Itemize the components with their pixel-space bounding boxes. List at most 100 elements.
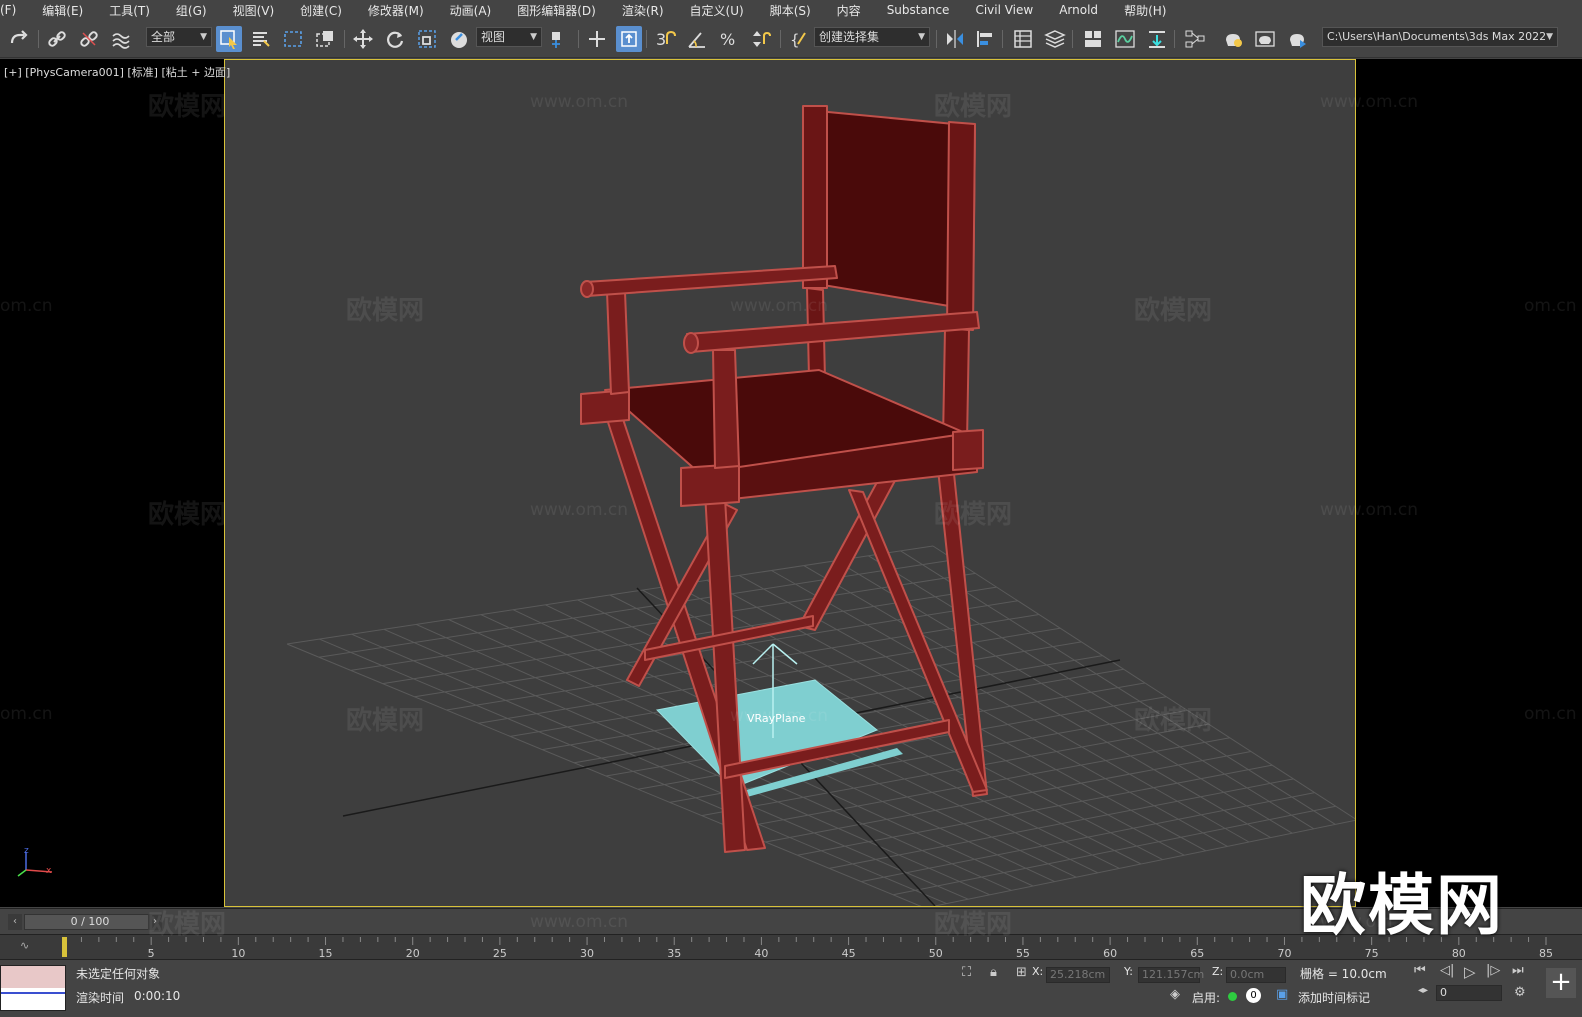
rendered-frame-window-icon[interactable] [1252, 26, 1278, 52]
svg-text:3: 3 [656, 30, 666, 49]
dope-sheet-icon[interactable] [1144, 26, 1170, 52]
grid-size-text: 栅格 = 10.0cm [1300, 967, 1387, 981]
scale-icon[interactable] [414, 26, 440, 52]
track-tick-label: 65 [1190, 947, 1204, 960]
y-coord-field[interactable]: 121.157cm [1138, 967, 1204, 983]
rect-selection-region-icon[interactable] [280, 26, 306, 52]
menu-item-14[interactable]: Civil View [975, 3, 1033, 17]
render-time-value: 0:00:10 [134, 989, 181, 1003]
time-marker[interactable] [62, 937, 67, 957]
select-manipulate-icon[interactable] [584, 26, 610, 52]
watermark-18: 欧模网 [148, 910, 227, 940]
watermark-19: www.om.cn [530, 912, 629, 932]
menu-item-7[interactable]: 动画(A) [450, 2, 492, 19]
track-tick-label: 40 [754, 947, 768, 960]
link-icon[interactable] [44, 26, 70, 52]
z-coord-label: Z: [1212, 965, 1224, 978]
viewport-scene [286, 105, 1355, 906]
render-production-icon[interactable] [1284, 26, 1310, 52]
x-coord-field[interactable]: 25.218cm [1046, 967, 1110, 983]
select-object-icon[interactable] [216, 26, 242, 52]
viewport-label[interactable]: [+] [PhysCamera001] [标准] [粘土 + 边面] [4, 64, 230, 80]
redo-icon[interactable] [6, 26, 32, 52]
bind-space-warp-icon[interactable] [108, 26, 134, 52]
window-crossing-icon[interactable] [312, 26, 338, 52]
selection-filter-dropdown[interactable]: 全部 ▼ [146, 27, 212, 47]
next-key-icon[interactable]: |▷ [1486, 963, 1500, 978]
perspective-viewport[interactable]: VRayPlane [224, 59, 1356, 907]
menu-item-11[interactable]: 脚本(S) [770, 2, 811, 19]
project-path-dropdown[interactable]: C:\Users\Han\Documents\3ds Max 2022 ▼ [1322, 27, 1558, 47]
menu-item-3[interactable]: 组(G) [176, 2, 207, 19]
layer-explorer-icon[interactable] [1042, 26, 1068, 52]
absolute-mode-icon[interactable]: ⊞ [1016, 965, 1027, 980]
keyboard-shortcut-override-icon[interactable] [616, 26, 642, 52]
move-icon[interactable] [350, 26, 376, 52]
key-mode-icon[interactable]: ◂▸ [1418, 985, 1428, 996]
schematic-view-icon[interactable] [1182, 26, 1208, 52]
ribbon-toggle-icon[interactable] [1080, 26, 1106, 52]
selection-lock-icon[interactable]: 🔒︎ [990, 965, 997, 980]
scene-explorer-icon[interactable] [1010, 26, 1036, 52]
menu-item-10[interactable]: 自定义(U) [690, 2, 744, 19]
percent-snap-icon[interactable]: % [716, 26, 742, 52]
menu-item-16[interactable]: 帮助(H) [1124, 2, 1166, 19]
align-icon[interactable] [972, 26, 998, 52]
named-selection-dropdown[interactable]: 创建选择集 ▼ [814, 27, 930, 47]
play-icon[interactable]: ▷ [1464, 963, 1476, 981]
time-tag-icon[interactable]: ▣ [1276, 987, 1288, 1002]
menu-item-0[interactable]: (F) [0, 3, 16, 17]
menu-item-6[interactable]: 修改器(M) [368, 2, 424, 19]
curve-editor-icon[interactable] [1112, 26, 1138, 52]
maxscript-listener-mini[interactable] [0, 965, 66, 1011]
reference-coordinate-dropdown[interactable]: 视图 ▼ [476, 27, 542, 47]
mirror-icon[interactable] [942, 26, 968, 52]
watermark-2: 欧模网 [934, 92, 1013, 122]
menu-item-13[interactable]: Substance [887, 3, 950, 17]
prev-key-icon[interactable]: ◁| [1440, 963, 1454, 978]
select-by-name-icon[interactable] [248, 26, 274, 52]
enable-count-badge[interactable]: 0 [1246, 988, 1261, 1003]
menu-item-4[interactable]: 视图(V) [233, 2, 275, 19]
enable-label: 启用: [1192, 991, 1221, 1005]
watermark-11: 欧模网 [934, 500, 1013, 530]
track-tick-label: 60 [1103, 947, 1117, 960]
add-time-tag-button[interactable]: 添加时间标记 [1298, 989, 1370, 1006]
adaptive-degradation-icon[interactable]: ◈ [1170, 987, 1180, 1002]
main-toolbar: 全部 ▼ 视图 ▼ 3 % { 创建选择集 ▼ C:\Users\Han\Docume… [0, 20, 1582, 58]
render-setup-icon[interactable] [1220, 26, 1246, 52]
watermark-14: 欧模网 [346, 706, 425, 736]
time-slider[interactable]: 0 / 100 [24, 914, 156, 930]
current-frame-field[interactable]: 0 [1436, 985, 1502, 1001]
goto-end-icon[interactable]: ⏭ [1512, 963, 1524, 978]
menu-item-15[interactable]: Arnold [1059, 3, 1098, 17]
menu-item-2[interactable]: 工具(T) [109, 2, 150, 19]
track-tick-label: 10 [231, 947, 245, 960]
isolate-selection-icon[interactable]: ⛶ [962, 965, 971, 980]
z-coord-field[interactable]: 0.0cm [1226, 967, 1286, 983]
unlink-icon[interactable] [76, 26, 102, 52]
edit-named-selection-icon[interactable]: { [786, 26, 812, 52]
menu-item-1[interactable]: 编辑(E) [42, 2, 83, 19]
spinner-snap-icon[interactable] [748, 26, 774, 52]
right-dark-area [1356, 59, 1582, 907]
track-tick-label: 35 [667, 947, 681, 960]
menu-item-5[interactable]: 创建(C) [300, 2, 342, 19]
menu-item-8[interactable]: 图形编辑器(D) [517, 2, 596, 19]
goto-start-icon[interactable]: ⏮ [1414, 963, 1426, 978]
snaps-toggle-icon[interactable]: 3 [652, 26, 678, 52]
watermark-20: 欧模网 [934, 910, 1013, 940]
rotate-icon[interactable] [382, 26, 408, 52]
om-brand-logo: 欧模网 [1300, 867, 1504, 944]
angle-snap-icon[interactable] [684, 26, 710, 52]
menu-item-9[interactable]: 渲染(R) [622, 2, 664, 19]
track-tick-label: 30 [580, 947, 594, 960]
watermark-6: www.om.cn [730, 296, 829, 316]
time-config-icon[interactable]: ⚙ [1514, 985, 1526, 1000]
x-coord-label: X: [1032, 965, 1044, 978]
add-panel-button[interactable]: + [1546, 968, 1576, 998]
pivot-center-icon[interactable] [546, 26, 572, 52]
prev-frame-arrow-icon[interactable]: ‹ [8, 914, 22, 930]
menu-item-12[interactable]: 内容 [837, 2, 861, 19]
place-icon[interactable] [446, 26, 472, 52]
